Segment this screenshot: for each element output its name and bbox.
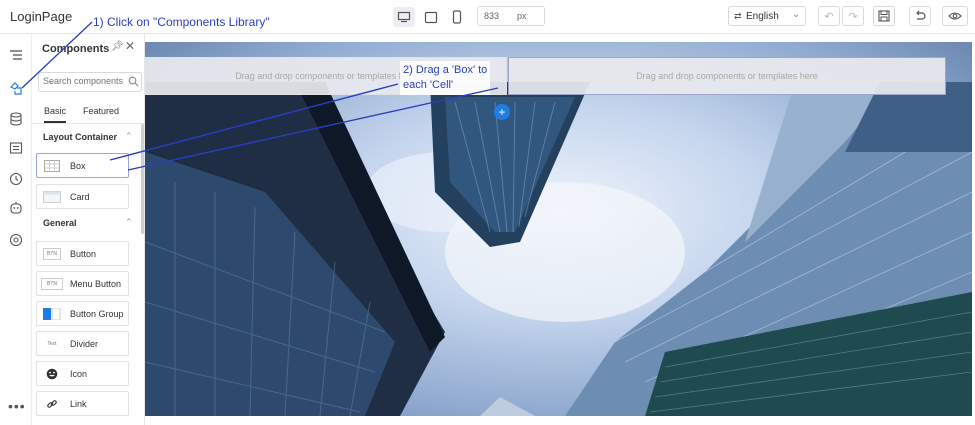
component-label: Link	[70, 399, 87, 409]
box-grid-icon	[43, 160, 61, 172]
history-icon	[9, 172, 23, 186]
chevron-up-icon: ⌃	[125, 217, 133, 227]
language-value: English	[746, 11, 779, 22]
save-icon	[878, 10, 890, 22]
divider-icon: Text	[47, 341, 57, 347]
section-label: Layout Container	[43, 132, 118, 142]
redo-button[interactable]: ↷	[842, 6, 864, 26]
canvas-bottom-margin	[145, 416, 975, 425]
components-panel: Components 📌︎ ✕ Basic Featured Layout Co…	[32, 34, 145, 425]
skyscraper-background-image	[145, 82, 972, 416]
component-box[interactable]: Box	[36, 153, 129, 178]
panel-title: Components	[42, 43, 110, 55]
component-label: Menu Button	[70, 279, 122, 289]
component-link[interactable]: Link	[36, 391, 129, 416]
revert-icon	[916, 10, 926, 20]
outline-tree-button[interactable]	[8, 47, 24, 63]
undo-icon: ↶	[824, 10, 834, 23]
annotation-step-2-line2: each 'Cell'	[403, 79, 454, 91]
cell-placeholder-text: Drag and drop components or templates he…	[636, 71, 818, 81]
variables-icon	[9, 233, 23, 247]
menu-button-icon: BTN	[41, 278, 63, 290]
history-button[interactable]	[8, 171, 24, 187]
component-label: Button	[70, 249, 97, 259]
tablet-icon	[424, 11, 438, 23]
chevron-down-icon: ⌄	[792, 9, 801, 20]
page-settings-icon	[9, 142, 23, 154]
component-label: Icon	[70, 369, 88, 379]
link-icon	[43, 398, 61, 410]
desktop-icon	[397, 11, 411, 23]
canvas-width-input[interactable]: 833 px	[477, 6, 545, 26]
outline-tree-icon	[10, 50, 22, 60]
layout-cell-right[interactable]: Drag and drop components or templates he…	[508, 57, 946, 95]
robot-button[interactable]	[8, 200, 24, 216]
component-divider[interactable]: Text Divider	[36, 331, 129, 356]
component-label: Box	[70, 161, 86, 171]
redo-icon: ↷	[848, 10, 858, 23]
variables-button[interactable]	[8, 232, 24, 248]
add-component-button[interactable]: +	[494, 104, 510, 120]
data-source-button[interactable]	[8, 111, 24, 127]
left-icon-rail: •••	[0, 34, 32, 425]
translate-icon: ⇄	[734, 11, 742, 21]
annotation-step-2: 2) Drag a 'Box' to each 'Cell'	[400, 61, 491, 95]
button-icon: BTN	[43, 248, 61, 260]
component-label: Divider	[70, 339, 99, 349]
search-input[interactable]	[43, 76, 123, 86]
components-library-button[interactable]	[8, 80, 24, 96]
desktop-view-button[interactable]	[393, 7, 415, 27]
language-select[interactable]: ⇄ English ⌄	[728, 6, 806, 26]
tablet-view-button[interactable]	[420, 7, 442, 27]
tab-featured[interactable]: Featured	[83, 106, 119, 116]
panel-scrollbar[interactable]	[141, 124, 144, 234]
section-layout-container[interactable]: Layout Container ⌃	[32, 128, 144, 148]
annotation-step-1: 1) Click on "Components Library"	[93, 15, 270, 29]
search-box[interactable]	[38, 72, 142, 92]
search-icon	[128, 76, 139, 87]
save-button[interactable]	[873, 6, 895, 26]
components-library-icon	[9, 81, 22, 95]
component-button[interactable]: BTN Button	[36, 241, 129, 266]
mobile-view-button[interactable]	[446, 7, 468, 27]
mobile-icon	[452, 10, 462, 24]
component-card[interactable]: Card	[36, 184, 129, 209]
canvas-width-value: 833	[484, 11, 500, 21]
design-canvas[interactable]: Drag and drop components or templates he…	[145, 42, 972, 416]
component-button-group[interactable]: Button Group	[36, 301, 129, 326]
more-options-icon[interactable]: •••	[8, 398, 26, 414]
component-menu-button[interactable]: BTN Menu Button	[36, 271, 129, 296]
panel-tabs: Basic Featured	[32, 102, 144, 124]
pin-icon[interactable]: 📌︎	[111, 41, 124, 52]
canvas-width-unit: px	[517, 11, 527, 21]
revert-button[interactable]	[909, 6, 931, 26]
undo-button[interactable]: ↶	[818, 6, 840, 26]
data-source-icon	[10, 112, 22, 126]
component-label: Card	[70, 192, 90, 202]
tab-basic[interactable]: Basic	[44, 106, 67, 123]
preview-eye-icon	[948, 12, 962, 20]
section-general[interactable]: General ⌃	[32, 214, 144, 234]
smiley-icon	[43, 368, 61, 380]
annotation-step-2-line1: 2) Drag a 'Box' to	[403, 64, 488, 76]
card-icon	[43, 191, 61, 203]
chevron-up-icon: ⌃	[125, 131, 133, 141]
page-settings-button[interactable]	[8, 140, 24, 156]
robot-icon	[10, 202, 22, 214]
component-label: Button Group	[70, 309, 124, 319]
app-title: LoginPage	[10, 9, 73, 24]
preview-button[interactable]	[942, 6, 968, 26]
close-icon[interactable]: ✕	[125, 39, 135, 53]
section-label: General	[43, 218, 77, 228]
component-icon[interactable]: Icon	[36, 361, 129, 386]
button-group-icon	[43, 308, 61, 320]
